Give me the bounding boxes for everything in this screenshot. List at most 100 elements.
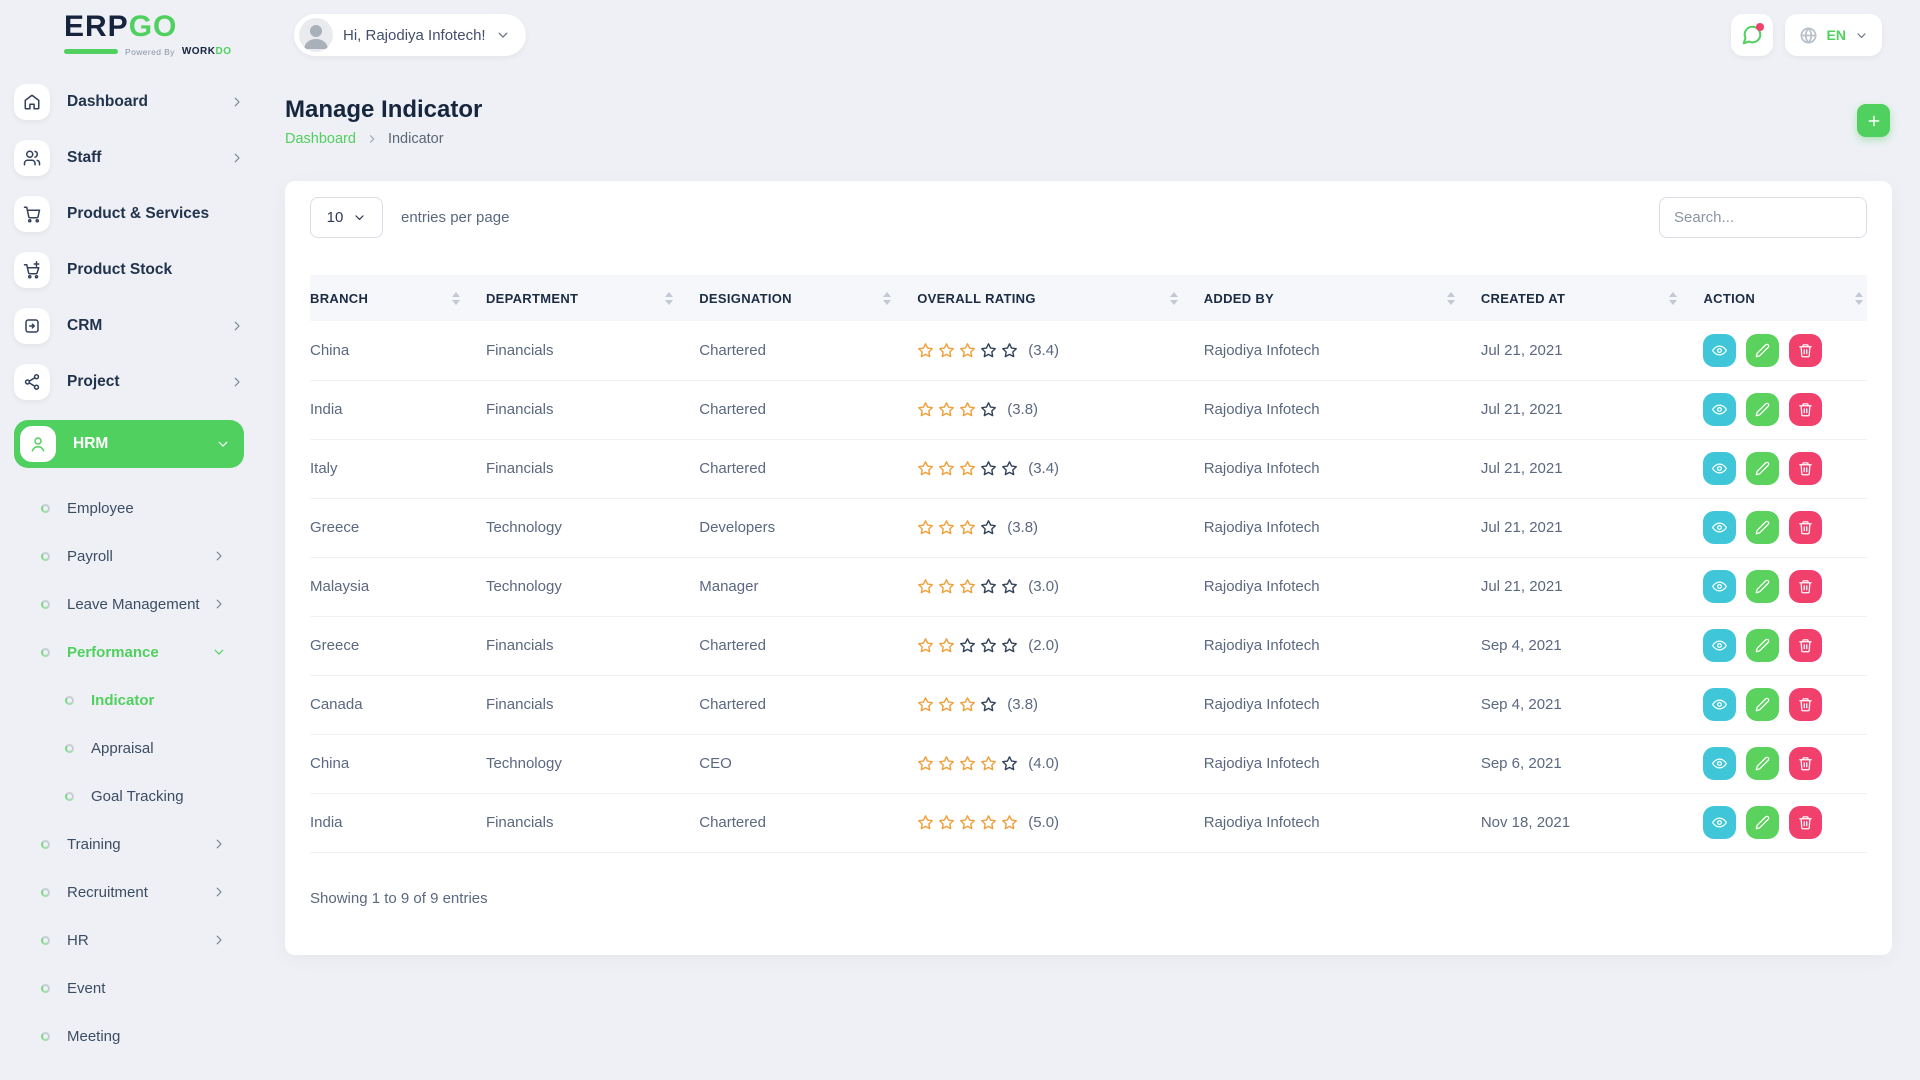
rating-cell: (2.0) [917,616,1203,675]
column-header-branch[interactable]: BRANCH [310,275,486,321]
designation-cell: Chartered [699,793,917,852]
branch-cell: India [310,793,486,852]
sidebar-item-meeting[interactable]: Meeting [0,1012,262,1060]
trash-icon [1798,756,1813,771]
column-header-created-at[interactable]: CREATED AT [1481,275,1704,321]
app-logo[interactable]: ERPGO Powered By WORKDO [64,12,244,57]
edit-button[interactable] [1746,393,1779,426]
sidebar-item-appraisal[interactable]: Appraisal [0,724,262,772]
sidebar-item-dashboard[interactable]: Dashboard [14,84,244,120]
delete-button[interactable] [1789,334,1822,367]
view-button[interactable] [1703,452,1736,485]
delete-button[interactable] [1789,747,1822,780]
designation-cell: Chartered [699,439,917,498]
column-header-department[interactable]: DEPARTMENT [486,275,699,321]
view-button[interactable] [1703,334,1736,367]
chevron-right-icon [212,837,226,851]
created-at-cell: Sep 4, 2021 [1481,675,1704,734]
indicator-table: BRANCHDEPARTMENTDESIGNATIONOVERALL RATIN… [310,275,1867,853]
view-button[interactable] [1703,511,1736,544]
action-cell [1703,793,1867,852]
edit-button[interactable] [1746,570,1779,603]
star-rating: (4.0) [917,755,1059,772]
chevron-right-icon [230,151,244,165]
eye-icon [1712,402,1727,417]
workdo-label: WORKDO [182,46,232,57]
added-by-cell: Rajodiya Infotech [1204,439,1481,498]
globe-icon [1799,26,1818,45]
sidebar-item-crm[interactable]: CRM [14,308,244,344]
delete-button[interactable] [1789,452,1822,485]
delete-button[interactable] [1789,629,1822,662]
user-menu[interactable]: Hi, Rajodiya Infotech! [294,14,526,56]
sidebar-item-payroll[interactable]: Payroll [0,532,262,580]
eye-icon [1712,579,1727,594]
language-selector[interactable]: EN [1785,14,1882,56]
edit-button[interactable] [1746,334,1779,367]
chevron-right-icon [230,375,244,389]
star-empty-icon [1001,637,1018,654]
view-button[interactable] [1703,806,1736,839]
sidebar-item-product-services[interactable]: Product & Services [14,196,244,232]
sidebar-item-staff[interactable]: Staff [14,140,244,176]
sidebar-item-performance[interactable]: Performance [0,628,262,676]
sidebar-item-goal-tracking[interactable]: Goal Tracking [0,772,262,820]
indicator-table-card: 10 entries per page BRANCHDEPARTMENTDESI… [285,181,1892,955]
designation-cell: Manager [699,557,917,616]
sidebar-item-product-stock[interactable]: Product Stock [14,252,244,288]
column-header-overall-rating[interactable]: OVERALL RATING [917,275,1203,321]
view-button[interactable] [1703,747,1736,780]
notification-dot [1756,23,1764,31]
branch-cell: Greece [310,616,486,675]
search-input[interactable] [1659,197,1867,238]
edit-button[interactable] [1746,629,1779,662]
edit-button[interactable] [1746,688,1779,721]
rating-value: (3.4) [1028,460,1059,477]
column-header-added-by[interactable]: ADDED BY [1204,275,1481,321]
delete-button[interactable] [1789,511,1822,544]
entries-per-page-select[interactable]: 10 [310,197,383,238]
branch-cell: Malaysia [310,557,486,616]
rating-cell: (5.0) [917,793,1203,852]
column-header-action[interactable]: ACTION [1703,275,1867,321]
star-rating: (3.8) [917,696,1038,713]
sidebar-item-project[interactable]: Project [14,364,244,400]
star-filled-icon [917,637,934,654]
edit-button[interactable] [1746,452,1779,485]
delete-button[interactable] [1789,806,1822,839]
action-cell [1703,734,1867,793]
delete-button[interactable] [1789,393,1822,426]
department-cell: Financials [486,380,699,439]
delete-button[interactable] [1789,688,1822,721]
branch-cell: China [310,734,486,793]
table-row: CanadaFinancialsChartered(3.8)Rajodiya I… [310,675,1867,734]
sidebar-item-label: HR [67,932,89,949]
star-empty-icon [980,696,997,713]
add-indicator-button[interactable] [1857,104,1890,137]
star-filled-icon [959,401,976,418]
view-button[interactable] [1703,393,1736,426]
edit-button[interactable] [1746,806,1779,839]
pencil-icon [1755,815,1770,830]
sidebar-item-hr[interactable]: HR [0,916,262,964]
sidebar-item-leave-management[interactable]: Leave Management [0,580,262,628]
column-header-designation[interactable]: DESIGNATION [699,275,917,321]
delete-button[interactable] [1789,570,1822,603]
designation-cell: Chartered [699,616,917,675]
messages-button[interactable] [1731,14,1773,56]
bullet-icon [65,696,74,705]
sidebar-item-indicator[interactable]: Indicator [0,676,262,724]
edit-button[interactable] [1746,511,1779,544]
breadcrumb-dashboard-link[interactable]: Dashboard [285,131,356,147]
star-filled-icon [938,460,955,477]
edit-button[interactable] [1746,747,1779,780]
view-button[interactable] [1703,629,1736,662]
sidebar-item-event[interactable]: Event [0,964,262,1012]
view-button[interactable] [1703,688,1736,721]
sidebar-item-hrm[interactable]: HRM [14,420,244,468]
sidebar-item-employee[interactable]: Employee [0,484,262,532]
sidebar-item-training[interactable]: Training [0,820,262,868]
pencil-icon [1755,638,1770,653]
view-button[interactable] [1703,570,1736,603]
sidebar-item-recruitment[interactable]: Recruitment [0,868,262,916]
